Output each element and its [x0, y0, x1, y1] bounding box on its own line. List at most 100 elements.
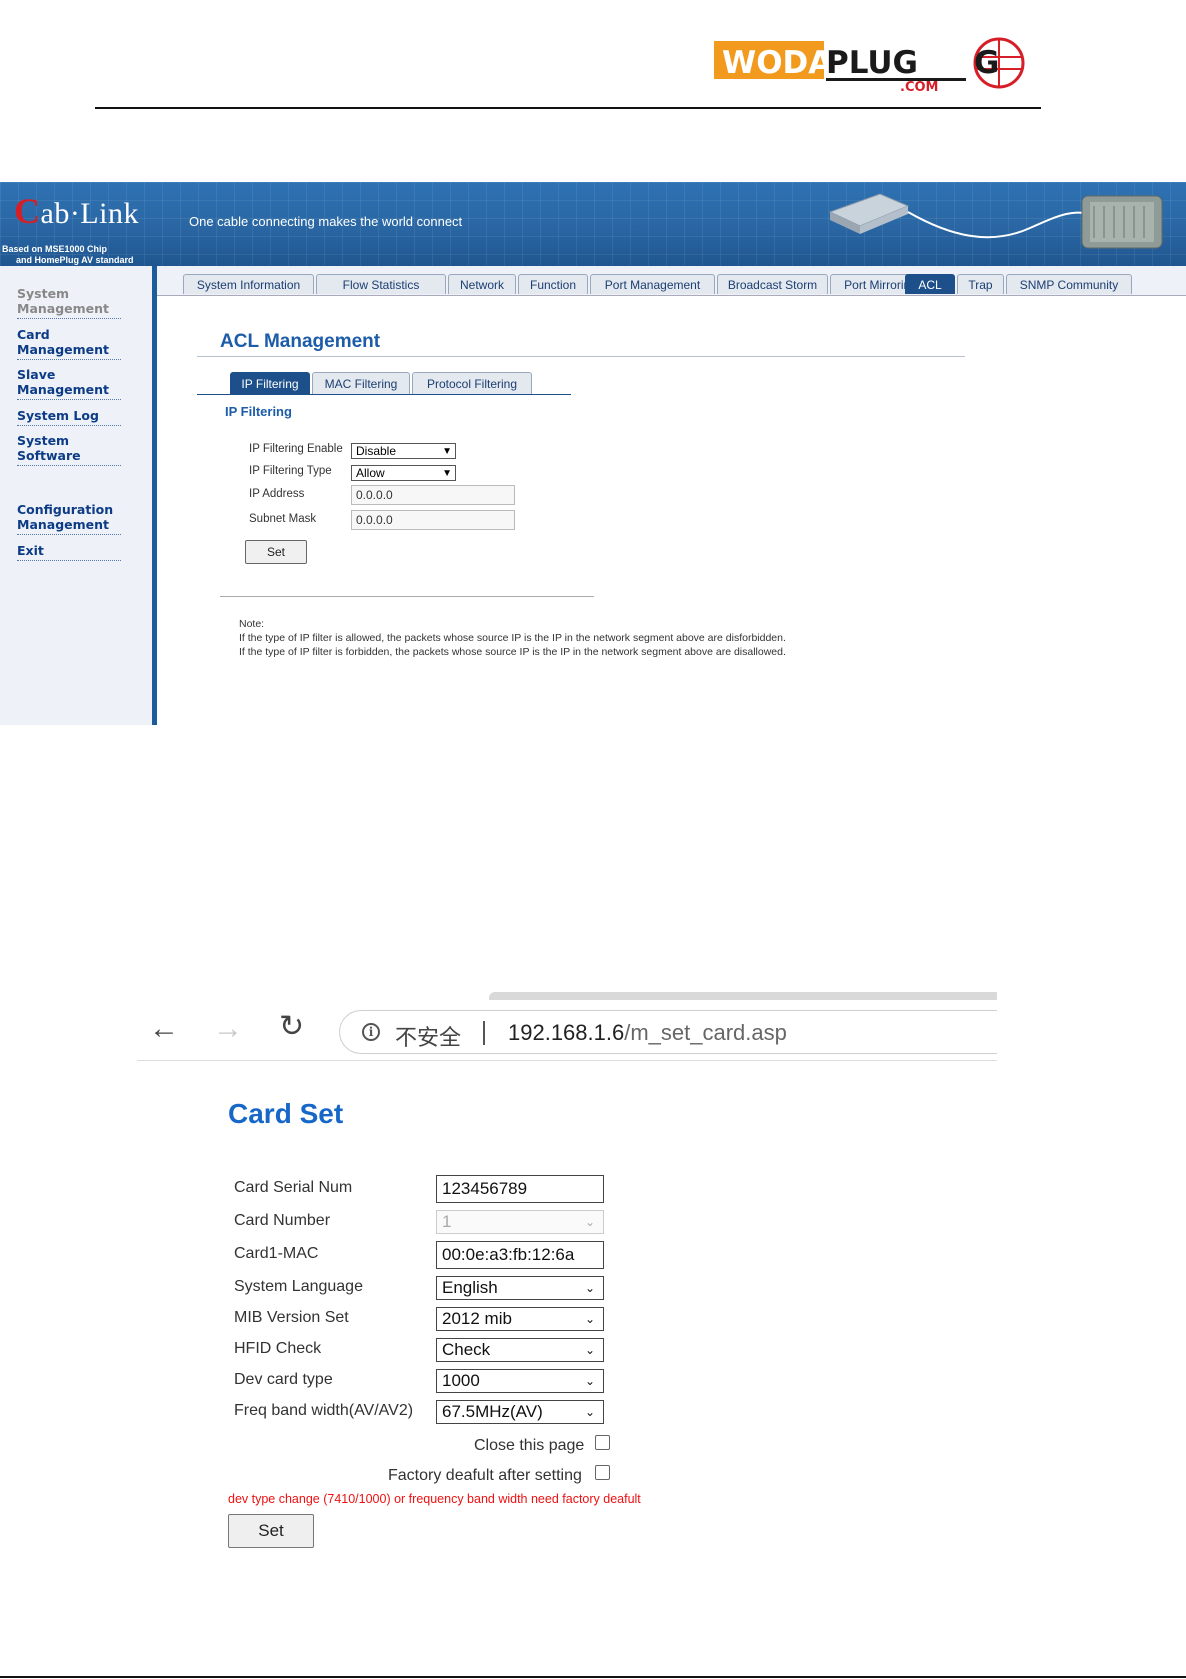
cablink-brand: Cab·Link — [14, 190, 139, 232]
sidebar-item-exit[interactable]: Exit — [17, 543, 121, 561]
sidebar-item-card-management[interactable]: Card Management — [17, 327, 121, 360]
forward-icon[interactable]: → — [213, 1012, 243, 1046]
close-page-label: Close this page — [474, 1437, 585, 1454]
ip-address-label: IP Address — [249, 488, 305, 500]
brand-subline-2: and HomePlug AV standard — [16, 255, 134, 265]
note-rule — [220, 596, 594, 597]
tab-function[interactable]: Function — [518, 274, 588, 294]
note-line-2: If the type of IP filter is forbidden, t… — [239, 646, 786, 658]
acl-screenshot: Cab·Link Based on MSE1000 Chip and HomeP… — [0, 182, 1186, 725]
chevron-down-icon: ⌄ — [584, 1281, 595, 1295]
chevron-down-icon: ⌄ — [584, 1215, 595, 1229]
ip-filtering-type-value: Allow — [356, 466, 385, 480]
tab-acl[interactable]: ACL — [905, 274, 955, 294]
close-page-checkbox[interactable] — [595, 1435, 610, 1450]
back-icon[interactable]: ← — [149, 1012, 179, 1046]
dev-card-type-label: Dev card type — [234, 1371, 333, 1388]
card-set-button[interactable]: Set — [228, 1514, 314, 1548]
toolbar-rule — [137, 1060, 997, 1061]
freq-band-value: 67.5MHz(AV) — [442, 1402, 543, 1421]
hfid-check-select[interactable]: Check ⌄ — [436, 1338, 604, 1362]
footer-rule — [0, 1676, 1186, 1678]
card-mac-input[interactable]: 00:0e:a3:fb:12:6a — [436, 1241, 604, 1269]
ip-filter-set-button[interactable]: Set — [245, 540, 307, 564]
card-number-value: 1 — [442, 1212, 452, 1231]
chevron-down-icon: ▼ — [442, 468, 452, 479]
logo-subtext: .COM — [900, 80, 938, 93]
address-separator — [483, 1021, 485, 1045]
sidebar-item-system-log[interactable]: System Log — [17, 408, 121, 426]
factory-default-label: Factory deafult after setting — [388, 1467, 582, 1484]
tab-strip — [489, 992, 997, 1000]
factory-default-checkbox[interactable] — [595, 1465, 610, 1480]
brand-initial: C — [14, 191, 41, 231]
system-language-value: English — [442, 1278, 498, 1297]
tab-broadcast-storm[interactable]: Broadcast Storm — [717, 274, 828, 294]
factory-default-warning: dev type change (7410/1000) or frequency… — [228, 1492, 641, 1506]
subnet-mask-label: Subnet Mask — [249, 513, 317, 525]
sidebar-item-system-management[interactable]: System Management — [17, 286, 121, 319]
mib-version-select[interactable]: 2012 mib ⌄ — [436, 1307, 604, 1331]
tab-snmp-community[interactable]: SNMP Community — [1006, 274, 1132, 294]
chevron-down-icon: ⌄ — [584, 1405, 595, 1419]
sidebar-item-system-software[interactable]: System Software — [17, 433, 121, 466]
wodaplug-logo: WODA PLUG G .COM — [714, 35, 1032, 95]
system-language-select[interactable]: English ⌄ — [436, 1276, 604, 1300]
freq-band-label: Freq band width(AV/AV2) — [234, 1402, 414, 1419]
card-set-title: Card Set — [228, 1098, 344, 1129]
acl-content: System Information Flow Statistics Netwo… — [157, 266, 1186, 725]
subtab-rule — [197, 394, 571, 395]
acl-title: ACL Management — [220, 331, 381, 352]
ip-address-input[interactable]: 0.0.0.0 — [351, 485, 515, 505]
security-indicator[interactable]: 不安全 — [395, 1020, 461, 1052]
card-number-label: Card Number — [234, 1212, 331, 1229]
ip-filtering-heading: IP Filtering — [225, 404, 292, 419]
card-set-screenshot: ← → ↻ i 不安全 192.168.1.6/m_set_card.asp C… — [137, 992, 997, 1552]
url-path: /m_set_card.asp — [624, 1020, 787, 1045]
subtab-mac-filtering[interactable]: MAC Filtering — [312, 372, 410, 394]
brand-rest: ab·Link — [40, 197, 139, 230]
system-language-label: System Language — [234, 1278, 363, 1295]
tab-trap[interactable]: Trap — [957, 274, 1004, 294]
logo-text-plug: PLUG — [826, 45, 918, 81]
acl-title-rule — [197, 356, 965, 357]
logo-text-woda: WODA — [722, 45, 832, 81]
tab-system-information[interactable]: System Information — [183, 274, 314, 294]
subnet-mask-input[interactable]: 0.0.0.0 — [351, 510, 515, 530]
mib-version-value: 2012 mib — [442, 1309, 512, 1328]
tab-network[interactable]: Network — [448, 274, 516, 294]
dev-card-type-value: 1000 — [442, 1371, 480, 1390]
ip-filtering-enable-value: Disable — [356, 444, 397, 458]
tab-port-management[interactable]: Port Management — [590, 274, 715, 294]
card-number-select[interactable]: 1 ⌄ — [436, 1210, 604, 1234]
card-mac-label: Card1-MAC — [234, 1245, 319, 1262]
ip-filtering-enable-select[interactable]: Disable ▼ — [351, 443, 456, 459]
device-illustration — [820, 186, 1186, 264]
url-host: 192.168.1.6 — [508, 1020, 625, 1045]
dev-card-type-select[interactable]: 1000 ⌄ — [436, 1369, 604, 1393]
freq-band-select[interactable]: 67.5MHz(AV) ⌄ — [436, 1400, 604, 1424]
mib-version-label: MIB Version Set — [234, 1309, 349, 1326]
info-icon[interactable]: i — [362, 1023, 380, 1041]
brand-subline-1: Based on MSE1000 Chip — [2, 244, 108, 254]
sidebar-item-configuration-management[interactable]: Configuration Management — [17, 502, 121, 535]
address-bar[interactable]: i 不安全 192.168.1.6/m_set_card.asp — [339, 1010, 997, 1054]
chevron-down-icon: ⌄ — [584, 1312, 595, 1326]
url-text[interactable]: 192.168.1.6/m_set_card.asp — [508, 1020, 787, 1046]
brand-subline: Based on MSE1000 Chip and HomePlug AV st… — [2, 244, 134, 266]
subtab-ip-filtering[interactable]: IP Filtering — [230, 372, 310, 394]
svg-text:G: G — [974, 45, 999, 81]
subtab-protocol-filtering[interactable]: Protocol Filtering — [412, 372, 532, 394]
tab-flow-statistics[interactable]: Flow Statistics — [316, 274, 446, 294]
chevron-down-icon: ⌄ — [584, 1374, 595, 1388]
header-rule — [95, 107, 1041, 109]
note-title: Note: — [239, 618, 265, 630]
sidebar-item-slave-management[interactable]: Slave Management — [17, 367, 121, 400]
card-serial-label: Card Serial Num — [234, 1179, 353, 1196]
ip-filtering-type-select[interactable]: Allow ▼ — [351, 465, 456, 481]
reload-icon[interactable]: ↻ — [279, 1009, 304, 1044]
card-serial-input[interactable]: 123456789 — [436, 1175, 604, 1203]
slogan: One cable connecting makes the world con… — [189, 214, 463, 229]
hfid-check-label: HFID Check — [234, 1340, 322, 1357]
chevron-down-icon: ⌄ — [584, 1343, 595, 1357]
